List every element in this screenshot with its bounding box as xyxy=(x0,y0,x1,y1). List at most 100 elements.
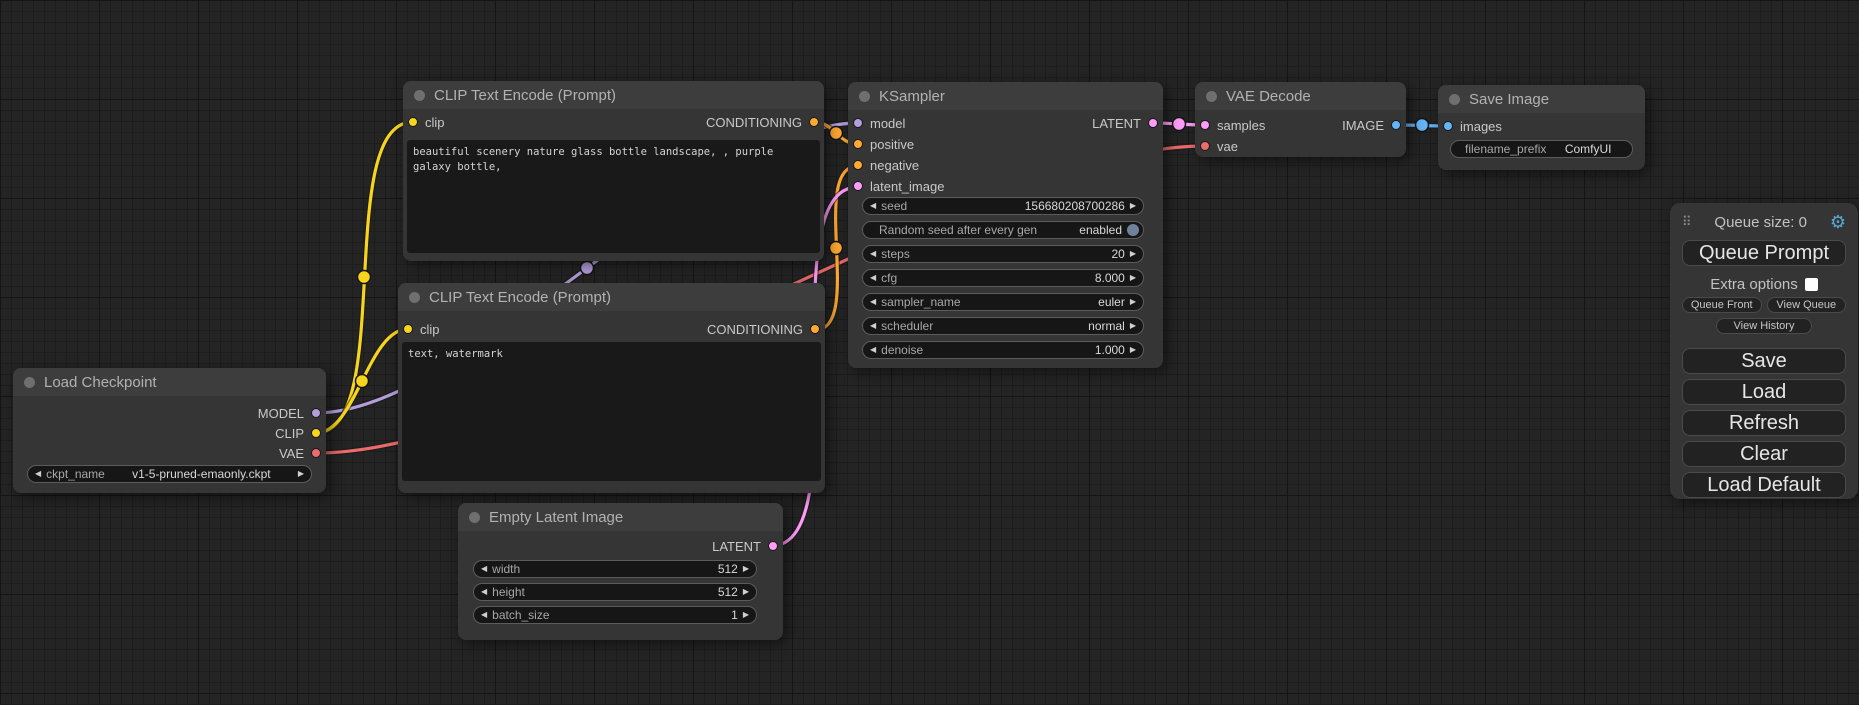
node-title-bar[interactable]: CLIP Text Encode (Prompt) xyxy=(398,283,825,311)
slot-label: LATENT xyxy=(1092,116,1141,131)
output-slot-model: MODEL xyxy=(258,403,321,423)
decrement-arrow-icon[interactable]: ◀ xyxy=(870,274,876,282)
clear-button[interactable]: Clear xyxy=(1682,441,1846,467)
extra-options-checkbox[interactable] xyxy=(1805,278,1818,291)
increment-arrow-icon[interactable]: ▶ xyxy=(1130,274,1136,282)
sampler-name-widget[interactable]: ◀ sampler_name euler ▶ xyxy=(862,293,1144,311)
queue-front-button[interactable]: Queue Front xyxy=(1682,297,1762,313)
seed-widget[interactable]: ◀ seed 156680208700286 ▶ xyxy=(862,197,1144,215)
widget-value: 156680208700286 xyxy=(1025,199,1125,213)
collapse-dot-icon[interactable] xyxy=(1449,94,1460,105)
samples-input-port[interactable] xyxy=(1200,120,1210,130)
node-title-bar[interactable]: KSampler xyxy=(848,82,1163,110)
negative-prompt-textarea[interactable]: text, watermark xyxy=(402,342,821,481)
denoise-widget[interactable]: ◀ denoise 1.000 ▶ xyxy=(862,341,1144,359)
clip-output-port[interactable] xyxy=(311,428,321,438)
output-slot-conditioning: CONDITIONING xyxy=(706,112,819,132)
clip-input-port[interactable] xyxy=(403,324,413,334)
decrement-arrow-icon[interactable]: ◀ xyxy=(870,250,876,258)
vae-input-port[interactable] xyxy=(1200,141,1210,151)
width-widget[interactable]: ◀ width 512 ▶ xyxy=(473,560,757,578)
node-title-bar[interactable]: Load Checkpoint xyxy=(13,368,326,396)
queue-menu-panel: ⠿ Queue size: 0 ⚙ Queue Prompt Extra opt… xyxy=(1670,203,1858,499)
image-output-port[interactable] xyxy=(1391,120,1401,130)
decrement-arrow-icon[interactable]: ◀ xyxy=(481,588,487,596)
increment-arrow-icon[interactable]: ▶ xyxy=(1130,322,1136,330)
drag-handle-icon[interactable]: ⠿ xyxy=(1682,214,1692,230)
cfg-widget[interactable]: ◀ cfg 8.000 ▶ xyxy=(862,269,1144,287)
scheduler-widget[interactable]: ◀ scheduler normal ▶ xyxy=(862,317,1144,335)
decrement-arrow-icon[interactable]: ◀ xyxy=(481,611,487,619)
increment-arrow-icon[interactable]: ▶ xyxy=(743,588,749,596)
toggle-dot-icon[interactable] xyxy=(1127,224,1139,236)
widget-value: v1-5-pruned-emaonly.ckpt xyxy=(110,467,293,481)
batch-size-widget[interactable]: ◀ batch_size 1 ▶ xyxy=(473,606,757,624)
increment-arrow-icon[interactable]: ▶ xyxy=(1130,250,1136,258)
collapse-dot-icon[interactable] xyxy=(859,91,870,102)
decrement-arrow-icon[interactable]: ◀ xyxy=(481,565,487,573)
input-slot-model: model xyxy=(853,113,905,133)
node-load-checkpoint[interactable]: Load Checkpoint MODEL CLIP VAE ◀ ckpt_na… xyxy=(13,368,326,493)
increment-arrow-icon[interactable]: ▶ xyxy=(743,611,749,619)
widget-label: batch_size xyxy=(492,608,549,622)
node-clip-text-encode-negative[interactable]: CLIP Text Encode (Prompt) clip CONDITION… xyxy=(398,283,825,493)
collapse-dot-icon[interactable] xyxy=(24,377,35,388)
decrement-arrow-icon[interactable]: ◀ xyxy=(35,470,41,478)
decrement-arrow-icon[interactable]: ◀ xyxy=(870,346,876,354)
increment-arrow-icon[interactable]: ▶ xyxy=(1130,202,1136,210)
positive-input-port[interactable] xyxy=(853,139,863,149)
load-default-button[interactable]: Load Default xyxy=(1682,472,1846,498)
node-clip-text-encode-positive[interactable]: CLIP Text Encode (Prompt) clip CONDITION… xyxy=(403,81,824,261)
collapse-dot-icon[interactable] xyxy=(469,512,480,523)
refresh-button[interactable]: Refresh xyxy=(1682,410,1846,436)
increment-arrow-icon[interactable]: ▶ xyxy=(743,565,749,573)
node-title-bar[interactable]: Save Image xyxy=(1438,85,1645,113)
latent-image-input-port[interactable] xyxy=(853,181,863,191)
collapse-dot-icon[interactable] xyxy=(1206,91,1217,102)
increment-arrow-icon[interactable]: ▶ xyxy=(298,470,304,478)
collapse-dot-icon[interactable] xyxy=(409,292,420,303)
positive-prompt-textarea[interactable]: beautiful scenery nature glass bottle la… xyxy=(407,140,820,253)
view-queue-button[interactable]: View Queue xyxy=(1767,297,1847,313)
widget-label: cfg xyxy=(881,271,897,285)
clip-input-port[interactable] xyxy=(408,117,418,127)
random-seed-toggle-widget[interactable]: Random seed after every gen enabled xyxy=(862,221,1144,239)
widget-value: 1 xyxy=(731,608,738,622)
model-input-port[interactable] xyxy=(853,118,863,128)
save-button[interactable]: Save xyxy=(1682,348,1846,374)
collapse-dot-icon[interactable] xyxy=(414,90,425,101)
node-ksampler[interactable]: KSampler model LATENT positive negative … xyxy=(848,82,1163,368)
decrement-arrow-icon[interactable]: ◀ xyxy=(870,202,876,210)
model-output-port[interactable] xyxy=(311,408,321,418)
filename-prefix-widget[interactable]: filename_prefix ComfyUI xyxy=(1450,140,1633,158)
load-button[interactable]: Load xyxy=(1682,379,1846,405)
node-title-bar[interactable]: VAE Decode xyxy=(1195,82,1406,110)
increment-arrow-icon[interactable]: ▶ xyxy=(1130,298,1136,306)
height-widget[interactable]: ◀ height 512 ▶ xyxy=(473,583,757,601)
steps-widget[interactable]: ◀ steps 20 ▶ xyxy=(862,245,1144,263)
slot-label: CLIP xyxy=(275,426,304,441)
slot-label: IMAGE xyxy=(1342,118,1384,133)
node-vae-decode[interactable]: VAE Decode samples IMAGE vae xyxy=(1195,82,1406,157)
output-slot-conditioning: CONDITIONING xyxy=(707,319,820,339)
images-input-port[interactable] xyxy=(1443,121,1453,131)
decrement-arrow-icon[interactable]: ◀ xyxy=(870,298,876,306)
node-save-image[interactable]: Save Image images filename_prefix ComfyU… xyxy=(1438,85,1645,170)
node-title-bar[interactable]: CLIP Text Encode (Prompt) xyxy=(403,81,824,109)
view-history-button[interactable]: View History xyxy=(1716,318,1812,334)
conditioning-output-port[interactable] xyxy=(810,324,820,334)
output-slot-image: IMAGE xyxy=(1342,115,1401,135)
node-title-bar[interactable]: Empty Latent Image xyxy=(458,503,783,531)
queue-prompt-button[interactable]: Queue Prompt xyxy=(1682,240,1846,266)
negative-input-port[interactable] xyxy=(853,160,863,170)
node-empty-latent-image[interactable]: Empty Latent Image LATENT ◀ width 512 ▶ … xyxy=(458,503,783,640)
latent-output-port[interactable] xyxy=(768,541,778,551)
decrement-arrow-icon[interactable]: ◀ xyxy=(870,322,876,330)
ckpt-name-widget[interactable]: ◀ ckpt_name v1-5-pruned-emaonly.ckpt ▶ xyxy=(27,465,312,483)
conditioning-output-port[interactable] xyxy=(809,117,819,127)
widget-label: filename_prefix xyxy=(1465,142,1546,156)
settings-gear-icon[interactable]: ⚙ xyxy=(1830,212,1846,233)
vae-output-port[interactable] xyxy=(311,448,321,458)
increment-arrow-icon[interactable]: ▶ xyxy=(1130,346,1136,354)
latent-output-port[interactable] xyxy=(1148,118,1158,128)
